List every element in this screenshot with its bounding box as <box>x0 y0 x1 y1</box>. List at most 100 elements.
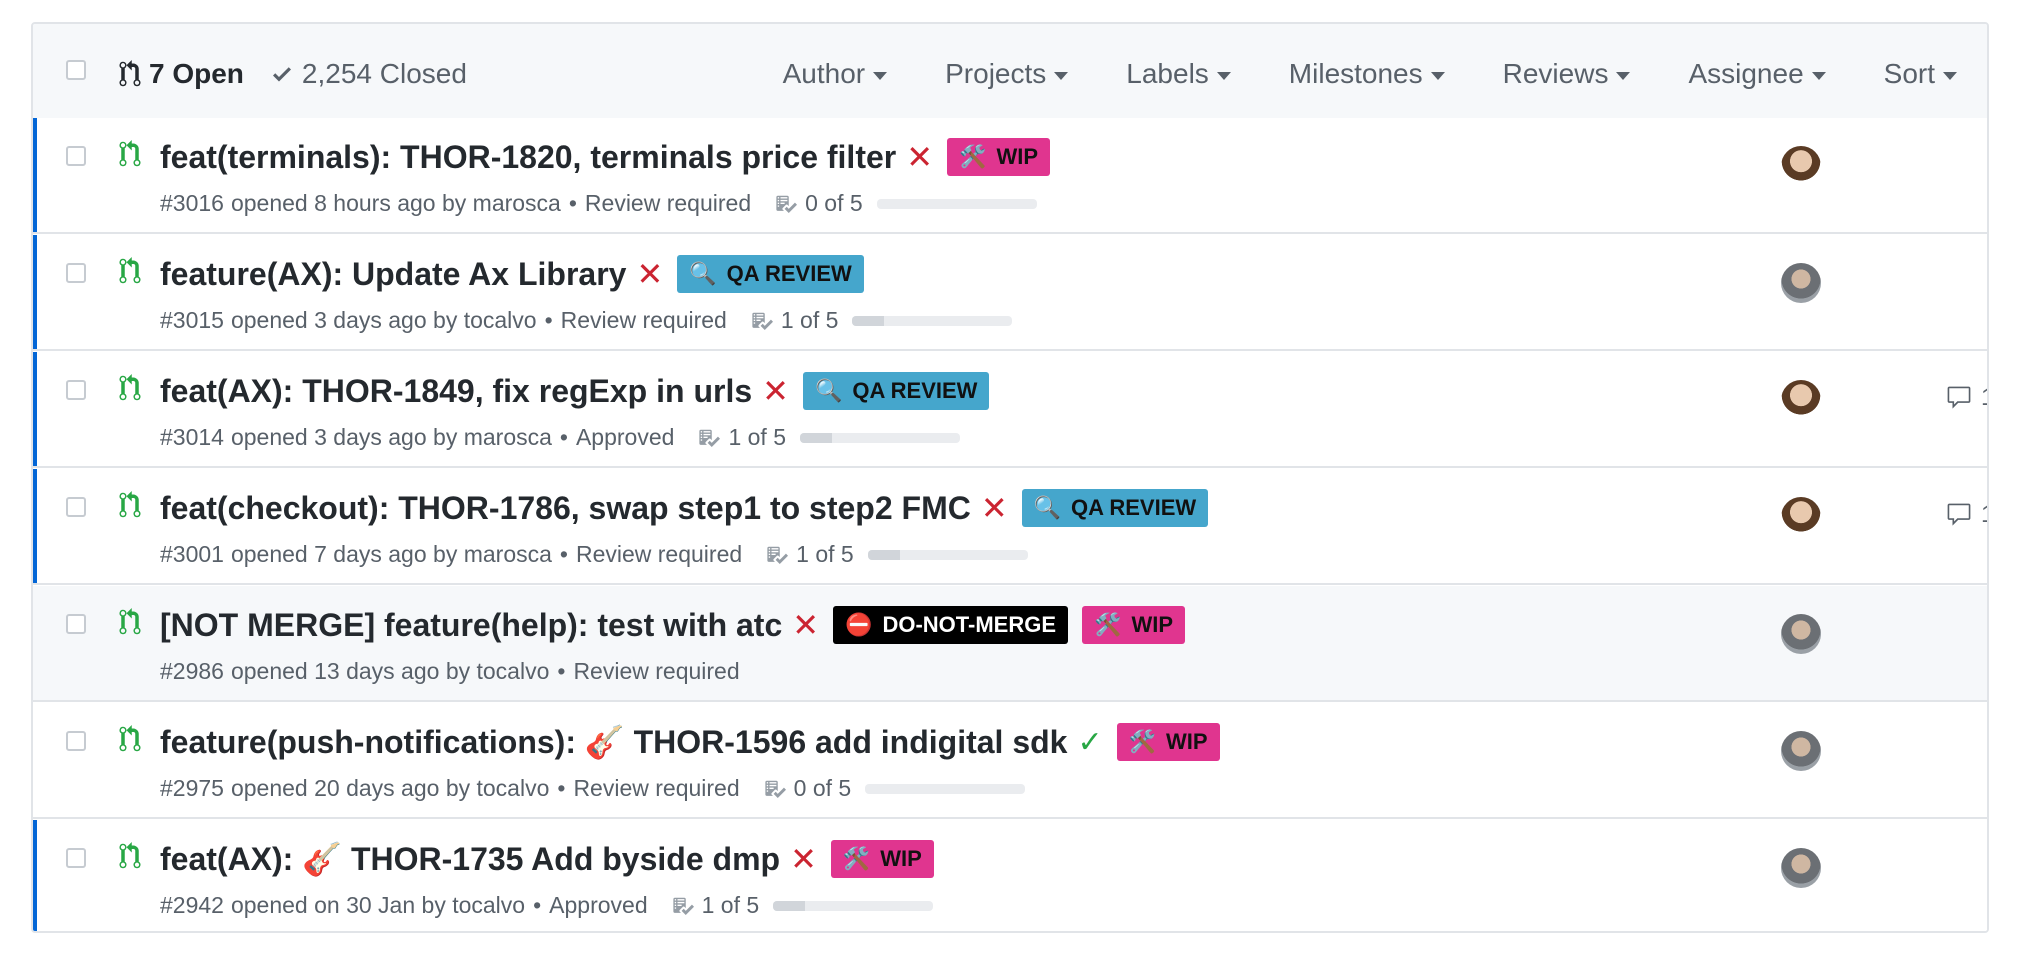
ci-status-icon[interactable]: ✕ <box>762 372 789 410</box>
ci-status-icon[interactable]: ✕ <box>792 606 819 644</box>
task-progress-bar <box>773 900 934 911</box>
assignee-avatar[interactable] <box>1781 146 1821 186</box>
assignee-avatar[interactable] <box>1781 380 1821 420</box>
pr-row[interactable]: feat(checkout): THOR-1786, swap step1 to… <box>33 469 1987 585</box>
pr-number[interactable]: #2986 <box>160 658 224 685</box>
open-pull-request-icon <box>119 725 141 752</box>
label-qa[interactable]: 🔍 QA REVIEW <box>802 372 990 410</box>
label-wip[interactable]: 🛠️ WIP <box>1116 723 1220 761</box>
comment-icon <box>1947 386 1971 409</box>
pr-row[interactable]: feature(AX): Update Ax Library ✕ 🔍 QA REV… <box>33 235 1987 351</box>
pr-title-link[interactable]: [NOT MERGE] feature(help): test with atc <box>160 607 782 644</box>
pr-opened: opened 3 days ago by tocalvo <box>230 307 537 333</box>
pr-labels: 🛠️ WIP <box>1103 723 1220 761</box>
meta-separator: • <box>557 658 566 684</box>
ci-status-icon[interactable]: ✕ <box>790 840 817 878</box>
labels-filter[interactable]: Labels <box>1126 58 1231 90</box>
assignee-filter[interactable]: Assignee <box>1688 58 1826 90</box>
open-prs-link[interactable]: 7 Open <box>119 58 244 90</box>
assignee-avatar[interactable] <box>1781 263 1821 303</box>
task-count: 1 of 5 <box>780 307 839 333</box>
task-progress-fill <box>867 549 900 560</box>
label-emoji-icon: 🛠️ <box>959 144 987 169</box>
pr-number[interactable]: #2975 <box>160 775 224 802</box>
pr-title-link[interactable]: feat(checkout): THOR-1786, swap step1 to… <box>160 490 971 527</box>
label-wip[interactable]: 🛠️ WIP <box>1082 606 1185 644</box>
label-text: QA REVIEW <box>726 261 852 286</box>
open-count-label: 7 Open <box>149 58 244 89</box>
task-progress: 0 of 5 <box>775 190 1037 217</box>
pr-row[interactable]: feat(AX): 🎸 THOR-1735 Add byside dmp ✕ 🛠… <box>33 820 1987 931</box>
reviews-filter[interactable]: Reviews <box>1503 58 1631 90</box>
pr-number[interactable]: #3015 <box>160 307 224 334</box>
ci-status-icon[interactable]: ✕ <box>981 489 1008 527</box>
review-status-link[interactable]: Approved <box>549 892 647 919</box>
review-status-link[interactable]: Review required <box>573 775 739 802</box>
ci-status-icon[interactable]: ✓ <box>1077 725 1102 760</box>
row-checkbox[interactable] <box>66 497 86 517</box>
sort-filter[interactable]: Sort <box>1884 58 1957 90</box>
review-status-link[interactable]: Review required <box>576 541 742 568</box>
pr-opened: opened 7 days ago by marosca <box>230 541 552 567</box>
task-count: 0 of 5 <box>805 190 863 216</box>
row-checkbox[interactable] <box>66 614 86 634</box>
meta-separator: • <box>559 424 568 450</box>
ci-status-icon[interactable]: ✕ <box>636 255 663 293</box>
task-count: 1 of 5 <box>701 892 760 918</box>
label-wip[interactable]: 🛠️ WIP <box>947 138 1050 176</box>
pr-row[interactable]: feature(push-notifications): 🎸 THOR-1596… <box>33 703 1987 819</box>
assignee-avatar[interactable] <box>1781 848 1821 888</box>
pr-number[interactable]: #3001 <box>160 541 224 568</box>
row-checkbox[interactable] <box>66 146 86 166</box>
row-checkbox[interactable] <box>66 380 86 400</box>
pr-title-link[interactable]: feat(terminals): THOR-1820, terminals pr… <box>160 139 896 176</box>
milestones-filter[interactable]: Milestones <box>1289 58 1445 90</box>
pr-title-link[interactable]: feature(push-notifications): 🎸 THOR-1596… <box>160 723 1067 761</box>
task-progress: 0 of 5 <box>764 775 1026 802</box>
closed-prs-link[interactable]: 2,254 Closed <box>270 58 467 90</box>
pr-title-link[interactable]: feat(AX): 🎸 THOR-1735 Add byside dmp <box>160 840 780 878</box>
review-status-link[interactable]: Approved <box>576 424 674 451</box>
task-progress-bar <box>799 432 960 443</box>
pr-row[interactable]: feat(AX): THOR-1849, fix regExp in urls … <box>33 352 1987 468</box>
pr-meta: #3016 opened 8 hours ago by marosca • Re… <box>160 190 1037 217</box>
review-status-link[interactable]: Review required <box>585 190 751 217</box>
pr-number[interactable]: #3014 <box>160 424 224 451</box>
checklist-icon <box>673 897 694 915</box>
pr-title-line: feat(AX): 🎸 THOR-1735 Add byside dmp ✕ 🛠… <box>160 840 934 878</box>
meta-separator: • <box>559 541 568 567</box>
row-checkbox[interactable] <box>66 263 86 283</box>
label-text: QA REVIEW <box>1071 495 1197 520</box>
pr-number[interactable]: #2942 <box>160 892 224 919</box>
review-status-link[interactable]: Review required <box>561 307 727 334</box>
label-emoji-icon: 🔍 <box>814 378 843 403</box>
task-count: 0 of 5 <box>793 775 852 801</box>
pr-opened: opened 3 days ago by marosca <box>230 424 552 450</box>
comments-link[interactable]: 1 <box>1945 384 1987 412</box>
assignee-avatar[interactable] <box>1781 497 1821 537</box>
ci-status-icon[interactable]: ✕ <box>906 138 933 176</box>
comments-link[interactable]: 1 <box>1945 501 1987 529</box>
assignee-avatar[interactable] <box>1781 731 1821 771</box>
open-pull-request-icon <box>119 608 141 635</box>
pr-row[interactable]: [NOT MERGE] feature(help): test with atc… <box>33 586 1987 702</box>
pr-meta: #2975 opened 20 days ago by tocalvo • Re… <box>160 775 1026 802</box>
select-all-checkbox[interactable] <box>66 60 86 80</box>
pr-title-link[interactable]: feature(AX): Update Ax Library <box>160 256 626 293</box>
meta-separator: • <box>533 892 542 918</box>
label-dnm[interactable]: ⛔ DO-NOT-MERGE <box>833 606 1069 644</box>
row-checkbox[interactable] <box>66 731 86 751</box>
pr-row[interactable]: feat(terminals): THOR-1820, terminals pr… <box>33 118 1987 234</box>
pr-number[interactable]: #3016 <box>160 190 224 217</box>
author-filter[interactable]: Author <box>783 58 888 90</box>
label-wip[interactable]: 🛠️ WIP <box>830 840 934 878</box>
row-checkbox[interactable] <box>66 848 86 868</box>
pr-opened: opened 20 days ago by tocalvo <box>230 775 550 801</box>
pr-title-link[interactable]: feat(AX): THOR-1849, fix regExp in urls <box>160 373 752 410</box>
projects-filter[interactable]: Projects <box>945 58 1069 90</box>
review-status-link[interactable]: Review required <box>573 658 739 685</box>
meta-separator: • <box>557 775 566 801</box>
label-qa[interactable]: 🔍 QA REVIEW <box>677 255 864 293</box>
assignee-avatar[interactable] <box>1781 614 1821 654</box>
label-qa[interactable]: 🔍 QA REVIEW <box>1021 489 1209 527</box>
